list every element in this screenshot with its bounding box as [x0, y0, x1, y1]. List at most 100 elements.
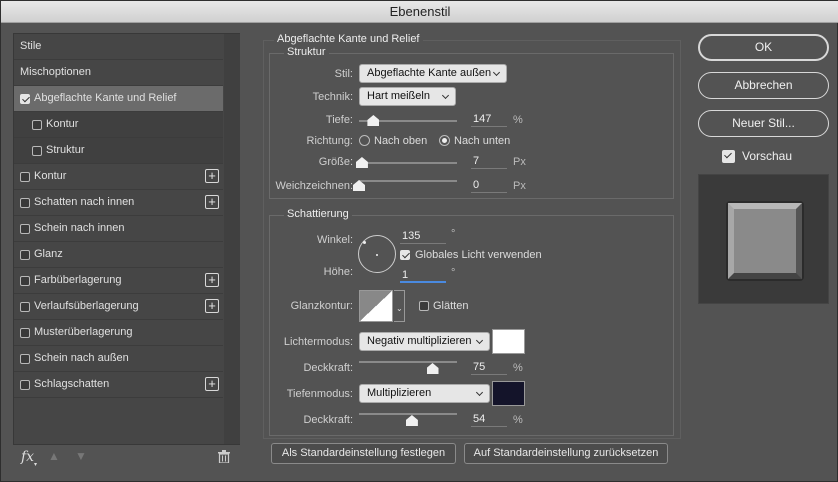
add-effect-icon[interactable]: +	[205, 299, 219, 313]
chevron-down-icon: ⌄	[396, 304, 403, 313]
sidebar-item-checkbox[interactable]	[32, 146, 42, 156]
sidebar-item-checkbox[interactable]	[20, 224, 30, 234]
altitude-label: Höhe:	[323, 266, 353, 278]
opacity1-slider-track[interactable]	[359, 361, 457, 363]
direction-down-label[interactable]: Nach unten	[454, 135, 510, 147]
highlight-mode-select[interactable]: Negativ multiplizieren	[359, 332, 490, 351]
opacity1-input[interactable]: 75	[471, 359, 507, 375]
sidebar-item-checkbox[interactable]	[20, 354, 30, 364]
sidebar-item-label: Abgeflachte Kante und Relief	[34, 92, 177, 104]
preview-label[interactable]: Vorschau	[742, 149, 792, 163]
angle-dial[interactable]	[358, 235, 396, 273]
sidebar-item-checkbox[interactable]	[20, 276, 30, 286]
altitude-input[interactable]: 1	[400, 267, 446, 283]
anti-aliased-checkbox[interactable]	[419, 301, 429, 311]
sidebar-item-label: Musterüberlagerung	[34, 326, 133, 338]
fx-button[interactable]: fx	[21, 449, 34, 465]
list-footer: fx ▾ ▲ ▼	[13, 447, 240, 471]
style-label: Stil:	[334, 68, 353, 80]
highlight-mode-label: Lichtermodus:	[283, 336, 353, 348]
direction-down-radio[interactable]	[439, 135, 450, 146]
make-default-button[interactable]: Als Standardeinstellung festlegen	[271, 443, 456, 464]
preview-pane	[698, 174, 829, 304]
sidebar-item-label: Schatten nach innen	[34, 196, 135, 208]
technique-select[interactable]: Hart meißeln	[359, 87, 456, 106]
size-label: Größe:	[318, 156, 353, 168]
anti-aliased-label[interactable]: Glätten	[433, 300, 468, 312]
gloss-contour-dropdown[interactable]: ⌄	[394, 290, 405, 322]
list-scrollbar[interactable]	[224, 34, 240, 444]
global-light-checkbox[interactable]	[400, 250, 410, 260]
sidebar-item[interactable]: Musterüberlagerung	[14, 320, 223, 346]
sidebar-item-label: Stile	[20, 40, 42, 52]
direction-up-radio[interactable]	[359, 135, 370, 146]
sidebar-item-checkbox[interactable]	[20, 328, 30, 338]
sidebar-item[interactable]: Abgeflachte Kante und Relief	[14, 86, 223, 112]
sidebar-item[interactable]: Schatten nach innen +	[14, 190, 223, 216]
sidebar-item-label: Schein nach innen	[34, 222, 125, 234]
sidebar-item[interactable]: Schein nach innen	[14, 216, 223, 242]
add-effect-icon[interactable]: +	[205, 195, 219, 209]
style-select[interactable]: Abgeflachte Kante außen	[359, 64, 507, 83]
angle-input[interactable]: 135	[400, 228, 446, 244]
ok-button[interactable]: OK	[698, 34, 829, 61]
soften-slider-track[interactable]	[359, 180, 457, 182]
opacity2-input[interactable]: 54	[471, 411, 507, 427]
shadow-mode-select[interactable]: Multiplizieren	[359, 384, 490, 403]
sidebar-item[interactable]: Schlagschatten +	[14, 372, 223, 398]
size-input[interactable]: 7	[471, 153, 507, 169]
move-up-icon[interactable]: ▲	[48, 449, 60, 463]
angle-unit: °	[451, 228, 456, 240]
sidebar-item-label: Farbüberlagerung	[34, 274, 122, 286]
sidebar-item-label: Kontur	[34, 170, 67, 182]
size-slider-track[interactable]	[359, 162, 457, 164]
shading-title: Schattierung	[284, 208, 352, 220]
new-style-button[interactable]: Neuer Stil...	[698, 110, 829, 137]
sidebar-item-checkbox[interactable]	[20, 302, 30, 312]
sidebar-item[interactable]: Schein nach außen	[14, 346, 223, 372]
section-title: Abgeflachte Kante und Relief	[274, 33, 423, 45]
shadow-mode-label: Tiefenmodus:	[286, 388, 353, 400]
sidebar-item[interactable]: Kontur +	[14, 164, 223, 190]
soften-label: Weichzeichnen:	[275, 180, 353, 192]
highlight-color-swatch[interactable]	[492, 329, 525, 354]
add-effect-icon[interactable]: +	[205, 273, 219, 287]
sidebar-item-label: Kontur	[46, 118, 79, 130]
sidebar-item-label: Mischoptionen	[20, 66, 91, 78]
angle-dial-point	[376, 254, 378, 256]
sidebar-item[interactable]: Farbüberlagerung +	[14, 268, 223, 294]
move-down-icon[interactable]: ▼	[75, 449, 87, 463]
depth-input[interactable]: 147	[471, 111, 507, 127]
add-effect-icon[interactable]: +	[205, 377, 219, 391]
cancel-button[interactable]: Abbrechen	[698, 72, 829, 99]
sidebar-item-checkbox[interactable]	[20, 94, 30, 104]
opacity2-slider-track[interactable]	[359, 413, 457, 415]
sidebar-item[interactable]: Stile	[14, 34, 223, 60]
style-list-panel: Stile Mischoptionen Abgeflachte Kante und …	[13, 33, 240, 445]
depth-unit: %	[513, 114, 523, 126]
sidebar-item[interactable]: Struktur	[14, 138, 223, 164]
sidebar-item[interactable]: Glanz	[14, 242, 223, 268]
sidebar-item[interactable]: Mischoptionen	[14, 60, 223, 86]
sidebar-item-checkbox[interactable]	[20, 198, 30, 208]
preview-checkbox[interactable]	[722, 150, 735, 163]
reset-default-button[interactable]: Auf Standardeinstellung zurücksetzen	[464, 443, 668, 464]
depth-label: Tiefe:	[325, 114, 353, 126]
sidebar-item-checkbox[interactable]	[32, 120, 42, 130]
gloss-contour-label: Glanzkontur:	[290, 300, 353, 312]
fx-dropdown-arrow-icon: ▾	[34, 462, 38, 468]
direction-up-label[interactable]: Nach oben	[374, 135, 427, 147]
add-effect-icon[interactable]: +	[205, 169, 219, 183]
sidebar-item-checkbox[interactable]	[20, 250, 30, 260]
gloss-contour-picker[interactable]	[359, 290, 393, 322]
global-light-label[interactable]: Globales Licht verwenden	[415, 249, 542, 261]
sidebar-item[interactable]: Kontur	[14, 112, 223, 138]
shadow-color-swatch[interactable]	[492, 381, 525, 406]
sidebar-item[interactable]: Verlaufsüberlagerung +	[14, 294, 223, 320]
trash-icon[interactable]	[218, 450, 230, 463]
opacity2-label: Deckkraft:	[303, 414, 353, 426]
soften-input[interactable]: 0	[471, 177, 507, 193]
sidebar-item-checkbox[interactable]	[20, 380, 30, 390]
sidebar-item-checkbox[interactable]	[20, 172, 30, 182]
angle-label: Winkel:	[316, 234, 353, 246]
